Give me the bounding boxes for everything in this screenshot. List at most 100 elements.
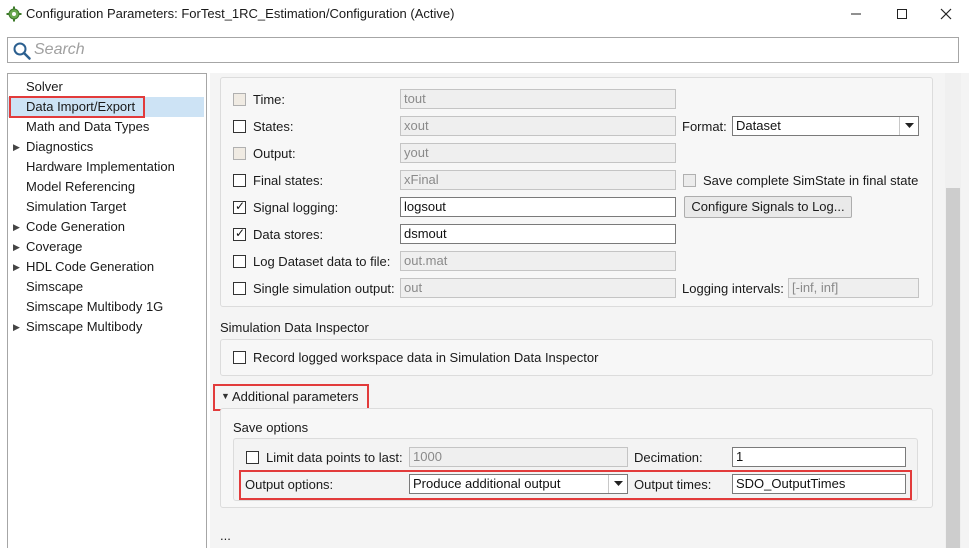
log-dataset-label: Log Dataset data to file:: [253, 254, 391, 269]
output-times-field[interactable]: SDO_OutputTimes: [732, 474, 906, 494]
tree-item-label: Coverage: [26, 239, 83, 254]
states-field[interactable]: xout: [400, 116, 676, 136]
title-bar: Configuration Parameters: ForTest_1RC_Es…: [0, 0, 969, 28]
tree-item-label: Simscape Multibody: [26, 319, 143, 334]
tree-item-label: Hardware Implementation: [26, 159, 175, 174]
tree-item-hardware-implementation[interactable]: Hardware Implementation: [8, 157, 204, 177]
format-label: Format:: [682, 119, 727, 134]
tree-item-data-import-export[interactable]: Data Import/Export: [8, 97, 204, 117]
save-simstate-label: Save complete SimState in final state: [703, 173, 919, 188]
log-dataset-field[interactable]: out.mat: [400, 251, 676, 271]
triangle-down-icon: ▼: [221, 391, 230, 401]
additional-parameters-label: Additional parameters: [232, 389, 359, 404]
additional-parameters-toggle[interactable]: ▼ Additional parameters: [219, 389, 364, 409]
expand-arrow-icon[interactable]: ▶: [13, 317, 20, 337]
search-icon: [13, 42, 31, 60]
tree-item-coverage[interactable]: ▶ Coverage: [8, 237, 204, 257]
data-stores-checkbox[interactable]: ✓: [233, 226, 246, 241]
expand-arrow-icon[interactable]: ▶: [13, 137, 20, 157]
signal-logging-label: Signal logging:: [253, 200, 339, 215]
format-value: Dataset: [736, 118, 781, 133]
maximize-button[interactable]: [879, 0, 925, 28]
minimize-icon: [851, 13, 861, 15]
minimize-button[interactable]: [833, 0, 879, 28]
output-field[interactable]: yout: [400, 143, 676, 163]
tree-item-model-referencing[interactable]: Model Referencing: [8, 177, 204, 197]
limit-data-points-label: Limit data points to last:: [266, 450, 403, 465]
sdi-record-checkbox[interactable]: [233, 351, 246, 364]
limit-data-points-field[interactable]: 1000: [409, 447, 628, 467]
gear-icon: [6, 6, 22, 22]
tree-item-diagnostics[interactable]: ▶ Diagnostics: [8, 137, 204, 157]
save-options-title: Save options: [233, 420, 309, 435]
search-input[interactable]: [34, 39, 934, 61]
tree-item-label: Model Referencing: [26, 179, 136, 194]
output-label: Output:: [253, 146, 296, 161]
sdi-record-label: Record logged workspace data in Simulati…: [253, 350, 599, 365]
tree-item-math-and-data-types[interactable]: Math and Data Types: [8, 117, 204, 137]
scrollbar-thumb[interactable]: [946, 188, 960, 548]
single-output-checkbox[interactable]: [233, 282, 246, 295]
states-label: States:: [253, 119, 294, 134]
time-checkbox[interactable]: [233, 93, 246, 106]
search-box: [7, 37, 959, 63]
tree-item-label: Simulation Target: [26, 199, 127, 214]
decimation-field[interactable]: 1: [732, 447, 906, 467]
logging-intervals-field[interactable]: [-inf, inf]: [788, 278, 919, 298]
tree-item-label: Math and Data Types: [26, 119, 150, 134]
tree-item-simulation-target[interactable]: Simulation Target: [8, 197, 204, 217]
tree-item-label: Simscape: [26, 279, 84, 294]
data-stores-label: Data stores:: [253, 227, 324, 242]
time-field[interactable]: tout: [400, 89, 676, 109]
log-dataset-checkbox[interactable]: [233, 255, 246, 268]
checkmark-icon: ✓: [235, 226, 246, 240]
window-title: Configuration Parameters: ForTest_1RC_Es…: [26, 6, 455, 21]
category-tree: Solver Data Import/Export Math and Data …: [7, 73, 207, 548]
expand-arrow-icon[interactable]: ▶: [13, 257, 20, 277]
data-stores-field[interactable]: dsmout: [400, 224, 676, 244]
tree-item-solver[interactable]: Solver: [8, 77, 204, 97]
tree-item-label: Diagnostics: [26, 139, 94, 154]
final-states-field[interactable]: xFinal: [400, 170, 676, 190]
tree-item-label: Solver: [26, 79, 63, 94]
tree-item-label: Simscape Multibody 1G: [26, 299, 164, 314]
tree-item-label: HDL Code Generation: [26, 259, 155, 274]
checkmark-icon: ✓: [235, 199, 246, 213]
sdi-section-title: Simulation Data Inspector: [220, 320, 369, 335]
tree-item-code-generation[interactable]: ▶ Code Generation: [8, 217, 204, 237]
more-ellipsis: ...: [220, 528, 231, 543]
tree-item-label: Data Import/Export: [26, 99, 136, 114]
single-output-label: Single simulation output:: [253, 281, 395, 296]
expand-arrow-icon[interactable]: ▶: [13, 237, 20, 257]
close-icon: [940, 8, 952, 20]
output-times-label: Output times:: [634, 477, 712, 492]
limit-data-points-checkbox[interactable]: [246, 451, 259, 464]
chevron-down-icon: [899, 117, 918, 135]
maximize-icon: [897, 9, 907, 19]
states-checkbox[interactable]: [233, 120, 246, 133]
configure-signals-button[interactable]: Configure Signals to Log...: [684, 196, 852, 218]
tree-item-simscape-multibody[interactable]: ▶ Simscape Multibody: [8, 317, 204, 337]
tree-item-simscape-multibody-1g[interactable]: Simscape Multibody 1G: [8, 297, 204, 317]
tree-item-label: Code Generation: [26, 219, 126, 234]
output-options-label: Output options:: [245, 477, 334, 492]
tree-item-hdl-code-generation[interactable]: ▶ HDL Code Generation: [8, 257, 204, 277]
save-to-workspace-group: [220, 77, 933, 307]
close-button[interactable]: [923, 0, 969, 28]
output-options-value: Produce additional output: [413, 476, 561, 491]
single-output-field[interactable]: out: [400, 278, 676, 298]
expand-arrow-icon[interactable]: ▶: [13, 217, 20, 237]
decimation-label: Decimation:: [634, 450, 703, 465]
signal-logging-field[interactable]: logsout: [400, 197, 676, 217]
final-states-label: Final states:: [253, 173, 324, 188]
signal-logging-checkbox[interactable]: ✓: [233, 199, 246, 214]
output-checkbox[interactable]: [233, 147, 246, 160]
format-select[interactable]: Dataset: [732, 116, 919, 136]
final-states-checkbox[interactable]: [233, 174, 246, 187]
output-options-select[interactable]: Produce additional output: [409, 474, 628, 494]
tree-item-simscape[interactable]: Simscape: [8, 277, 204, 297]
chevron-down-icon: [608, 475, 627, 493]
save-simstate-checkbox[interactable]: [683, 174, 696, 187]
time-label: Time:: [253, 92, 286, 107]
logging-intervals-label: Logging intervals:: [682, 281, 784, 296]
